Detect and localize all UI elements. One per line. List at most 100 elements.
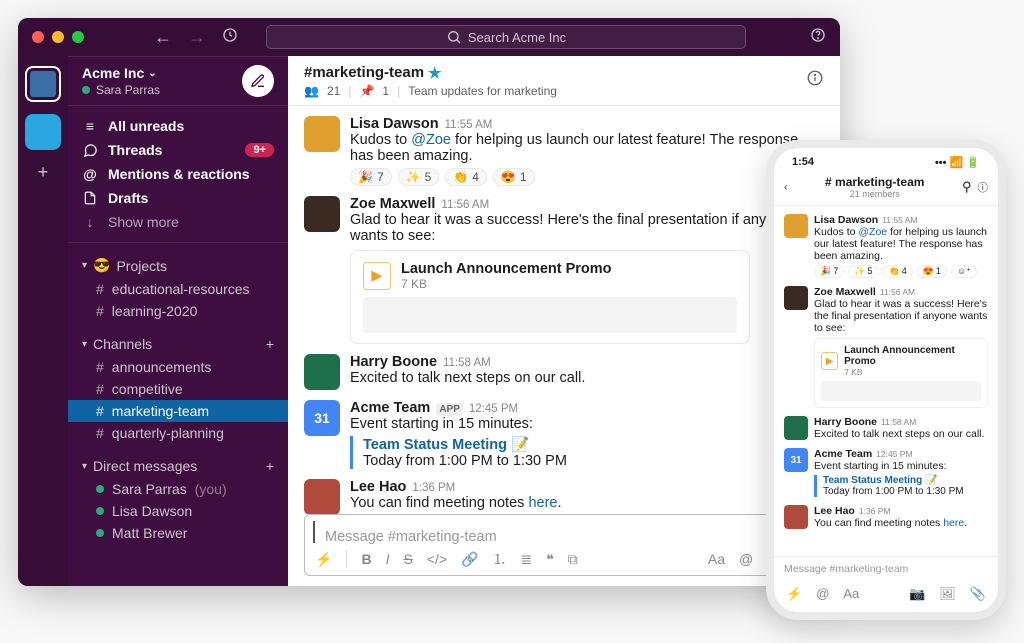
message[interactable]: Lisa Dawson11:55 AM Kudos to @Zoe for he… [304,116,824,186]
message-author[interactable]: Harry Boone [350,354,437,370]
calendar-event[interactable]: Team Status Meeting📝 Today from 1:00 PM … [350,436,824,469]
avatar[interactable] [304,196,340,232]
channel-quarterly-planning[interactable]: #quarterly-planning [68,422,288,444]
italic-button[interactable]: I [386,551,390,567]
message[interactable]: Zoe Maxwell11:56 AM Glad to hear it was … [784,286,988,408]
channel-announcements[interactable]: #announcements [68,356,288,378]
message[interactable]: 31 Acme TeamAPP12:45 PM Event starting i… [304,400,824,469]
back-icon[interactable]: ← [154,27,172,48]
formatting-button[interactable]: Aa [843,586,859,602]
channel-learning-2020[interactable]: #learning-2020 [68,300,288,322]
sidebar-show-more[interactable]: ↓ Show more [68,210,288,234]
history-icon[interactable] [222,27,238,48]
message[interactable]: Harry Boone11:58 AM Excited to talk next… [784,416,988,440]
sidebar-threads[interactable]: Threads 9+ [68,138,288,162]
message[interactable]: Harry Boone11:58 AM Excited to talk next… [304,354,824,390]
channel-marketing-team[interactable]: #marketing-team [68,400,288,422]
mention-button[interactable]: @ [739,551,753,567]
back-icon[interactable]: ‹ [784,181,788,193]
workspace-tile-2[interactable] [25,114,61,150]
composer-input[interactable]: Message #marketing-team [313,521,823,543]
add-workspace-button[interactable]: + [38,162,49,183]
shortcuts-icon[interactable]: ⚡ [786,586,802,602]
message[interactable]: Lisa Dawson11:55 AM Kudos to @Zoe for he… [784,214,988,278]
mention-button[interactable]: @ [816,586,829,602]
message-composer[interactable]: Message #marketing-team ⚡ B I S </> 🔗 ⒈ … [304,514,824,576]
message-author[interactable]: Harry Boone [814,416,877,428]
message[interactable]: Zoe Maxwell11:56 AM Glad to hear it was … [304,196,824,344]
link[interactable]: here [528,495,557,511]
dm-lisa-dawson[interactable]: Lisa Dawson [68,500,288,522]
avatar[interactable]: 31 [784,448,808,472]
message-author[interactable]: Zoe Maxwell [814,286,876,298]
mention[interactable]: @Zoe [858,226,887,238]
sidebar-drafts[interactable]: Drafts [68,186,288,210]
reaction[interactable]: ✨5 [398,168,440,186]
dm-sara-parras[interactable]: Sara Parras (you) [68,478,288,500]
avatar[interactable] [784,505,808,529]
help-icon[interactable] [810,27,826,48]
message-author[interactable]: Lee Hao [814,505,855,517]
section-dms[interactable]: ▾ Direct messages + [68,452,288,478]
channel-educational-resources[interactable]: #educational-resources [68,278,288,300]
avatar[interactable] [784,286,808,310]
info-icon[interactable] [806,69,824,92]
sidebar-mentions[interactable]: @ Mentions & reactions [68,162,288,186]
reaction[interactable]: 🎉7 [814,265,844,278]
reaction[interactable]: 😍1 [493,168,535,186]
mention[interactable]: @Zoe [411,132,451,148]
message[interactable]: Lee Hao1:36 PM You can find meeting note… [784,505,988,529]
bold-button[interactable]: B [361,551,371,567]
attach-icon[interactable]: 📎 [970,586,986,602]
reaction[interactable]: 😍1 [917,265,947,278]
pins-count[interactable]: 1 [382,84,389,98]
avatar[interactable] [304,354,340,390]
message[interactable]: Lee Hao1:36 PM You can find meeting note… [304,479,824,514]
star-icon[interactable]: ★ [428,64,441,82]
message-author[interactable]: Acme Team [814,448,872,460]
add-channel-button[interactable]: + [266,336,274,352]
members-count[interactable]: 21 [327,84,340,98]
add-dm-button[interactable]: + [266,458,274,474]
forward-icon[interactable]: → [188,27,206,48]
minimize-window[interactable] [52,31,64,43]
link[interactable]: here [943,517,964,529]
reaction[interactable]: 🎉7 [350,168,392,186]
avatar[interactable] [304,116,340,152]
add-reaction[interactable]: ☺⁺ [951,265,977,278]
info-icon[interactable]: ⓘ [978,180,989,195]
channel-competitive[interactable]: #competitive [68,378,288,400]
message-author[interactable]: Acme Team [350,400,430,416]
phone-message-list[interactable]: Lisa Dawson11:55 AM Kudos to @Zoe for he… [774,206,998,556]
reaction[interactable]: 👏4 [882,265,912,278]
maximize-window[interactable] [72,31,84,43]
message-author[interactable]: Lisa Dawson [814,214,878,226]
compose-button[interactable] [242,65,274,97]
formatting-button[interactable]: Aa [708,551,725,567]
bullet-list-button[interactable]: ≣ [520,551,532,568]
image-icon[interactable]: 🖼 [939,586,956,602]
camera-icon[interactable]: 📷 [909,586,925,602]
link-button[interactable]: 🔗 [461,551,478,568]
section-projects[interactable]: ▾ 😎 Projects [68,251,288,278]
blockquote-button[interactable]: ❝ [546,551,554,568]
strike-button[interactable]: S [403,551,412,567]
message-author[interactable]: Lisa Dawson [350,116,439,132]
shortcuts-icon[interactable]: ⚡ [315,551,332,568]
message-author[interactable]: Lee Hao [350,479,406,495]
workspace-tile-1[interactable] [25,66,61,102]
close-window[interactable] [32,31,44,43]
file-attachment[interactable]: ▶ Launch Announcement Promo 7 KB [350,250,750,344]
phone-composer-input[interactable]: Message #marketing-team [774,556,998,581]
reaction[interactable]: 👏4 [445,168,487,186]
sidebar-header[interactable]: Acme Inc ⌄ Sara Parras [68,56,288,106]
search-input[interactable]: Search Acme Inc [266,25,746,49]
section-channels[interactable]: ▾ Channels + [68,330,288,356]
dm-matt-brewer[interactable]: Matt Brewer [68,522,288,544]
sidebar-all-unreads[interactable]: ≡ All unreads [68,114,288,138]
code-button[interactable]: </> [427,551,447,567]
message[interactable]: 31 Acme Team12:45 PM Event starting in 1… [784,448,988,497]
channel-topic[interactable]: Team updates for marketing [408,84,557,98]
avatar[interactable] [304,479,340,514]
message-list[interactable]: Lisa Dawson11:55 AM Kudos to @Zoe for he… [288,106,840,514]
